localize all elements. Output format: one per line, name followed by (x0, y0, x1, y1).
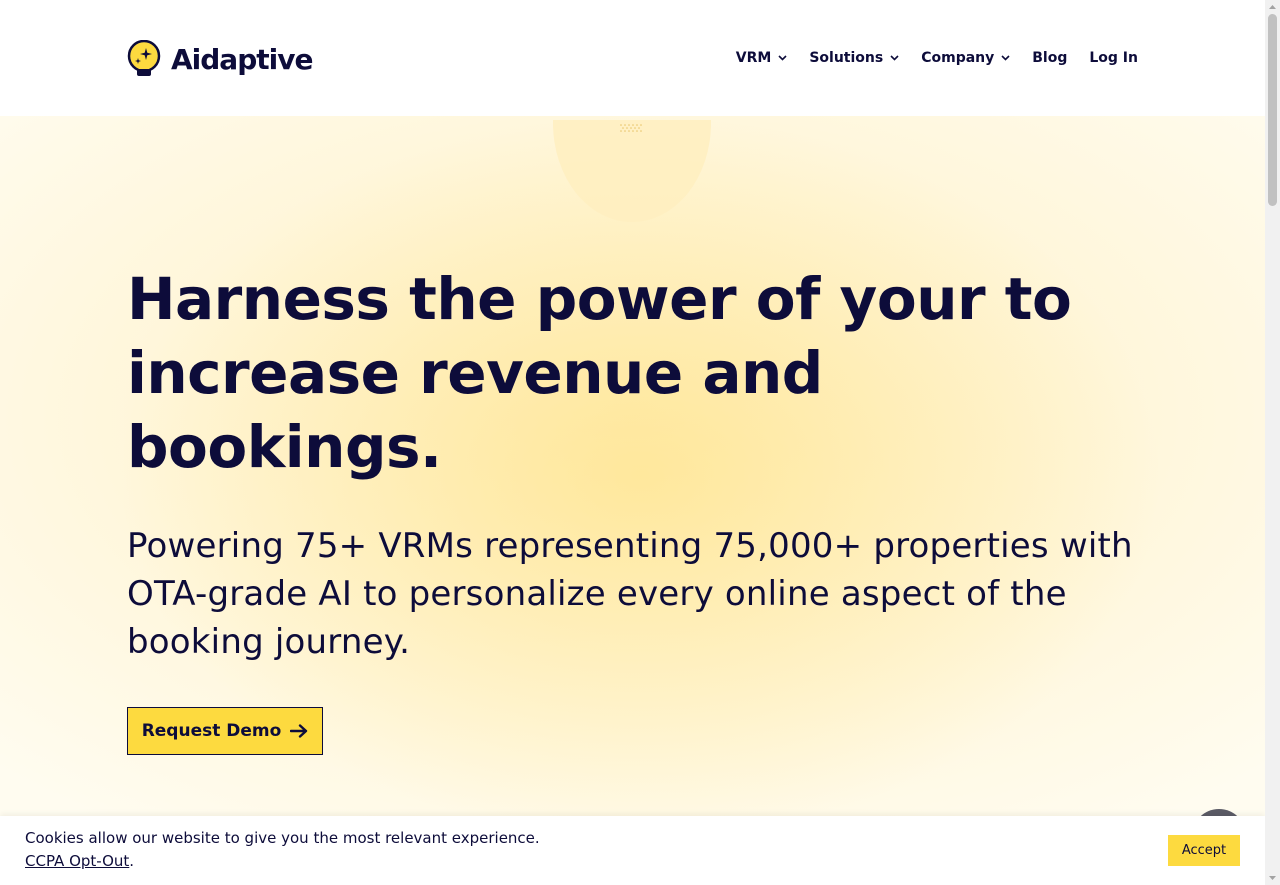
chevron-down-icon (1001, 55, 1010, 61)
cookie-link-suffix: . (129, 852, 135, 870)
site-header: Aidaptive VRM Solutions Company Blog Log… (0, 0, 1265, 116)
chevron-down-icon (778, 55, 787, 61)
request-demo-button[interactable]: Request Demo (127, 707, 323, 755)
hero-headline: Harness the power of your to increase re… (127, 265, 1072, 481)
ccpa-opt-out-link[interactable]: CCPA Opt-Out (25, 852, 129, 870)
nav-item-label: Solutions (809, 50, 884, 66)
nav-item-label: VRM (735, 50, 772, 66)
cookie-message: Cookies allow our website to give you th… (25, 829, 540, 847)
scroll-down-arrow-icon[interactable] (1268, 874, 1277, 882)
chevron-down-icon (890, 55, 899, 61)
hero-section: Harness the power of your to increase re… (0, 116, 1265, 816)
decorative-lightbulb-shape (553, 120, 711, 222)
hero-subheading: Powering 75+ VRMs representing 75,000+ p… (127, 526, 1133, 662)
nav-item-vrm[interactable]: VRM (736, 47, 788, 69)
page-scrollbar[interactable] (1265, 0, 1280, 885)
nav-item-solutions[interactable]: Solutions (809, 47, 899, 69)
accept-cookies-button[interactable]: Accept (1168, 835, 1240, 866)
nav-item-label: Log In (1089, 50, 1138, 66)
scrollbar-thumb[interactable] (1268, 14, 1277, 206)
main-nav: VRM Solutions Company Blog Log In (736, 47, 1138, 69)
brand-logo[interactable]: Aidaptive (126, 40, 313, 78)
nav-item-label: Company (921, 50, 995, 66)
nav-item-company[interactable]: Company (921, 47, 1010, 69)
lightbulb-sparkle-icon (127, 40, 161, 76)
brand-name: Aidaptive (171, 42, 313, 76)
request-demo-label: Request Demo (141, 721, 282, 741)
scroll-up-arrow-icon[interactable] (1268, 3, 1277, 11)
arrow-right-icon (290, 724, 308, 738)
cookie-message-block: Cookies allow our website to give you th… (25, 827, 540, 873)
nav-item-blog[interactable]: Blog (1032, 47, 1067, 69)
nav-item-label: Blog (1032, 50, 1068, 66)
cookie-link-line: CCPA Opt-Out. (25, 850, 540, 873)
nav-item-login[interactable]: Log In (1089, 47, 1138, 69)
decorative-dots (620, 124, 642, 132)
cookie-banner: Cookies allow our website to give you th… (0, 816, 1265, 885)
